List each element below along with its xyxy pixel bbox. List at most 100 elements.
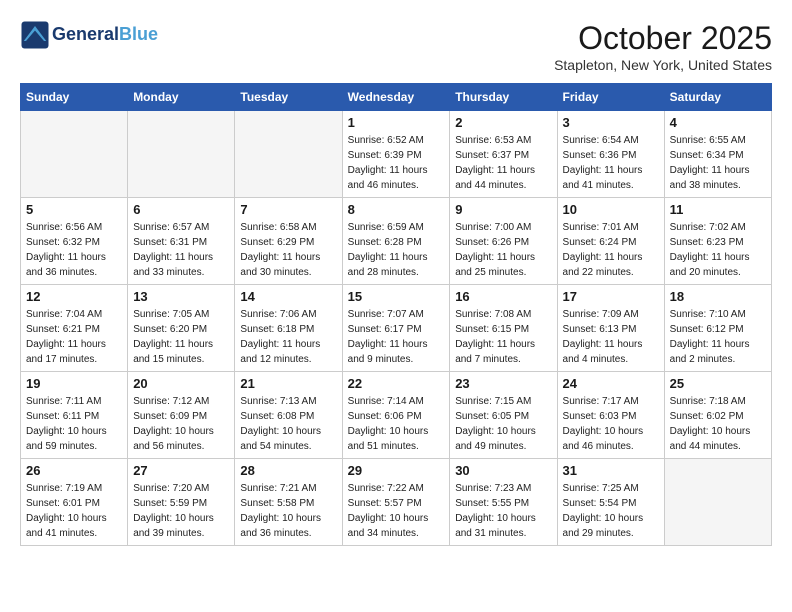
day-number: 15 [348, 289, 445, 304]
calendar-cell: 22Sunrise: 7:14 AMSunset: 6:06 PMDayligh… [342, 372, 450, 459]
day-number: 6 [133, 202, 229, 217]
day-info: Sunrise: 7:00 AMSunset: 6:26 PMDaylight:… [455, 220, 551, 280]
day-number: 27 [133, 463, 229, 478]
day-info: Sunrise: 7:17 AMSunset: 6:03 PMDaylight:… [563, 394, 659, 454]
day-info: Sunrise: 7:23 AMSunset: 5:55 PMDaylight:… [455, 481, 551, 541]
weekday-header-friday: Friday [557, 84, 664, 111]
weekday-header-wednesday: Wednesday [342, 84, 450, 111]
calendar-cell: 13Sunrise: 7:05 AMSunset: 6:20 PMDayligh… [128, 285, 235, 372]
day-number: 2 [455, 115, 551, 130]
day-info: Sunrise: 6:54 AMSunset: 6:36 PMDaylight:… [563, 133, 659, 193]
day-number: 11 [670, 202, 766, 217]
calendar-cell: 4 Sunrise: 6:55 AMSunset: 6:34 PMDaylight… [664, 111, 771, 198]
week-row-1: 1 Sunrise: 6:52 AMSunset: 6:39 PMDaylight… [21, 111, 772, 198]
location: Stapleton, New York, United States [554, 57, 772, 73]
calendar-cell: 10 Sunrise: 7:01 AMSunset: 6:24 PMDayligh… [557, 198, 664, 285]
day-info: Sunrise: 7:07 AMSunset: 6:17 PMDaylight:… [348, 307, 445, 367]
calendar-cell: 24 Sunrise: 7:17 AMSunset: 6:03 PMDayligh… [557, 372, 664, 459]
weekday-header-monday: Monday [128, 84, 235, 111]
calendar-cell [235, 111, 342, 198]
calendar-cell: 1 Sunrise: 6:52 AMSunset: 6:39 PMDaylight… [342, 111, 450, 198]
day-info: Sunrise: 7:19 AMSunset: 6:01 PMDaylight:… [26, 481, 122, 541]
week-row-4: 19 Sunrise: 7:11 AMSunset: 6:11 PMDayligh… [21, 372, 772, 459]
calendar-table: SundayMondayTuesdayWednesdayThursdayFrid… [20, 83, 772, 546]
day-number: 12 [26, 289, 122, 304]
day-number: 3 [563, 115, 659, 130]
day-info: Sunrise: 6:55 AMSunset: 6:34 PMDaylight:… [670, 133, 766, 193]
calendar-cell [128, 111, 235, 198]
day-number: 8 [348, 202, 445, 217]
day-info: Sunrise: 6:57 AMSunset: 6:31 PMDaylight:… [133, 220, 229, 280]
calendar-cell: 3 Sunrise: 6:54 AMSunset: 6:36 PMDaylight… [557, 111, 664, 198]
day-info: Sunrise: 7:08 AMSunset: 6:15 PMDaylight:… [455, 307, 551, 367]
calendar-cell: 12Sunrise: 7:04 AMSunset: 6:21 PMDayligh… [21, 285, 128, 372]
day-number: 28 [240, 463, 336, 478]
calendar-cell: 9 Sunrise: 7:00 AMSunset: 6:26 PMDaylight… [450, 198, 557, 285]
day-info: Sunrise: 6:56 AMSunset: 6:32 PMDaylight:… [26, 220, 122, 280]
day-info: Sunrise: 7:20 AMSunset: 5:59 PMDaylight:… [133, 481, 229, 541]
day-info: Sunrise: 6:52 AMSunset: 6:39 PMDaylight:… [348, 133, 445, 193]
calendar-cell: 16 Sunrise: 7:08 AMSunset: 6:15 PMDayligh… [450, 285, 557, 372]
day-number: 24 [563, 376, 659, 391]
day-number: 18 [670, 289, 766, 304]
day-number: 1 [348, 115, 445, 130]
day-info: Sunrise: 6:53 AMSunset: 6:37 PMDaylight:… [455, 133, 551, 193]
month-title: October 2025 [554, 20, 772, 57]
day-number: 25 [670, 376, 766, 391]
calendar-cell [21, 111, 128, 198]
day-info: Sunrise: 6:58 AMSunset: 6:29 PMDaylight:… [240, 220, 336, 280]
day-info: Sunrise: 7:21 AMSunset: 5:58 PMDaylight:… [240, 481, 336, 541]
weekday-header-thursday: Thursday [450, 84, 557, 111]
day-info: Sunrise: 7:09 AMSunset: 6:13 PMDaylight:… [563, 307, 659, 367]
calendar-cell: 29 Sunrise: 7:22 AMSunset: 5:57 PMDayligh… [342, 459, 450, 546]
calendar-cell: 19 Sunrise: 7:11 AMSunset: 6:11 PMDayligh… [21, 372, 128, 459]
logo-text: GeneralBlue [52, 25, 158, 45]
weekday-header-saturday: Saturday [664, 84, 771, 111]
calendar-cell: 5 Sunrise: 6:56 AMSunset: 6:32 PMDaylight… [21, 198, 128, 285]
day-info: Sunrise: 7:05 AMSunset: 6:20 PMDaylight:… [133, 307, 229, 367]
week-row-5: 26 Sunrise: 7:19 AMSunset: 6:01 PMDayligh… [21, 459, 772, 546]
day-number: 20 [133, 376, 229, 391]
calendar-cell: 26 Sunrise: 7:19 AMSunset: 6:01 PMDayligh… [21, 459, 128, 546]
calendar-cell: 18 Sunrise: 7:10 AMSunset: 6:12 PMDayligh… [664, 285, 771, 372]
calendar-cell: 20Sunrise: 7:12 AMSunset: 6:09 PMDayligh… [128, 372, 235, 459]
day-info: Sunrise: 7:13 AMSunset: 6:08 PMDaylight:… [240, 394, 336, 454]
day-info: Sunrise: 7:01 AMSunset: 6:24 PMDaylight:… [563, 220, 659, 280]
day-info: Sunrise: 7:11 AMSunset: 6:11 PMDaylight:… [26, 394, 122, 454]
calendar-cell: 11Sunrise: 7:02 AMSunset: 6:23 PMDayligh… [664, 198, 771, 285]
day-number: 9 [455, 202, 551, 217]
day-number: 7 [240, 202, 336, 217]
calendar-cell: 6 Sunrise: 6:57 AMSunset: 6:31 PMDaylight… [128, 198, 235, 285]
day-number: 14 [240, 289, 336, 304]
day-info: Sunrise: 7:10 AMSunset: 6:12 PMDaylight:… [670, 307, 766, 367]
day-number: 29 [348, 463, 445, 478]
week-row-3: 12Sunrise: 7:04 AMSunset: 6:21 PMDayligh… [21, 285, 772, 372]
logo-icon [20, 20, 50, 50]
day-number: 26 [26, 463, 122, 478]
calendar-cell: 25 Sunrise: 7:18 AMSunset: 6:02 PMDayligh… [664, 372, 771, 459]
day-number: 19 [26, 376, 122, 391]
day-info: Sunrise: 6:59 AMSunset: 6:28 PMDaylight:… [348, 220, 445, 280]
day-info: Sunrise: 7:25 AMSunset: 5:54 PMDaylight:… [563, 481, 659, 541]
weekday-header-tuesday: Tuesday [235, 84, 342, 111]
calendar-cell: 31 Sunrise: 7:25 AMSunset: 5:54 PMDayligh… [557, 459, 664, 546]
day-number: 10 [563, 202, 659, 217]
calendar-cell: 8 Sunrise: 6:59 AMSunset: 6:28 PMDaylight… [342, 198, 450, 285]
day-info: Sunrise: 7:22 AMSunset: 5:57 PMDaylight:… [348, 481, 445, 541]
day-number: 31 [563, 463, 659, 478]
day-number: 4 [670, 115, 766, 130]
day-number: 16 [455, 289, 551, 304]
day-number: 30 [455, 463, 551, 478]
day-number: 21 [240, 376, 336, 391]
day-info: Sunrise: 7:15 AMSunset: 6:05 PMDaylight:… [455, 394, 551, 454]
calendar-cell: 15 Sunrise: 7:07 AMSunset: 6:17 PMDayligh… [342, 285, 450, 372]
day-number: 5 [26, 202, 122, 217]
calendar-cell: 28 Sunrise: 7:21 AMSunset: 5:58 PMDayligh… [235, 459, 342, 546]
calendar-cell: 27 Sunrise: 7:20 AMSunset: 5:59 PMDayligh… [128, 459, 235, 546]
calendar-cell: 2 Sunrise: 6:53 AMSunset: 6:37 PMDaylight… [450, 111, 557, 198]
calendar-cell: 14Sunrise: 7:06 AMSunset: 6:18 PMDayligh… [235, 285, 342, 372]
calendar-cell: 21 Sunrise: 7:13 AMSunset: 6:08 PMDayligh… [235, 372, 342, 459]
day-info: Sunrise: 7:14 AMSunset: 6:06 PMDaylight:… [348, 394, 445, 454]
calendar-cell [664, 459, 771, 546]
day-info: Sunrise: 7:18 AMSunset: 6:02 PMDaylight:… [670, 394, 766, 454]
